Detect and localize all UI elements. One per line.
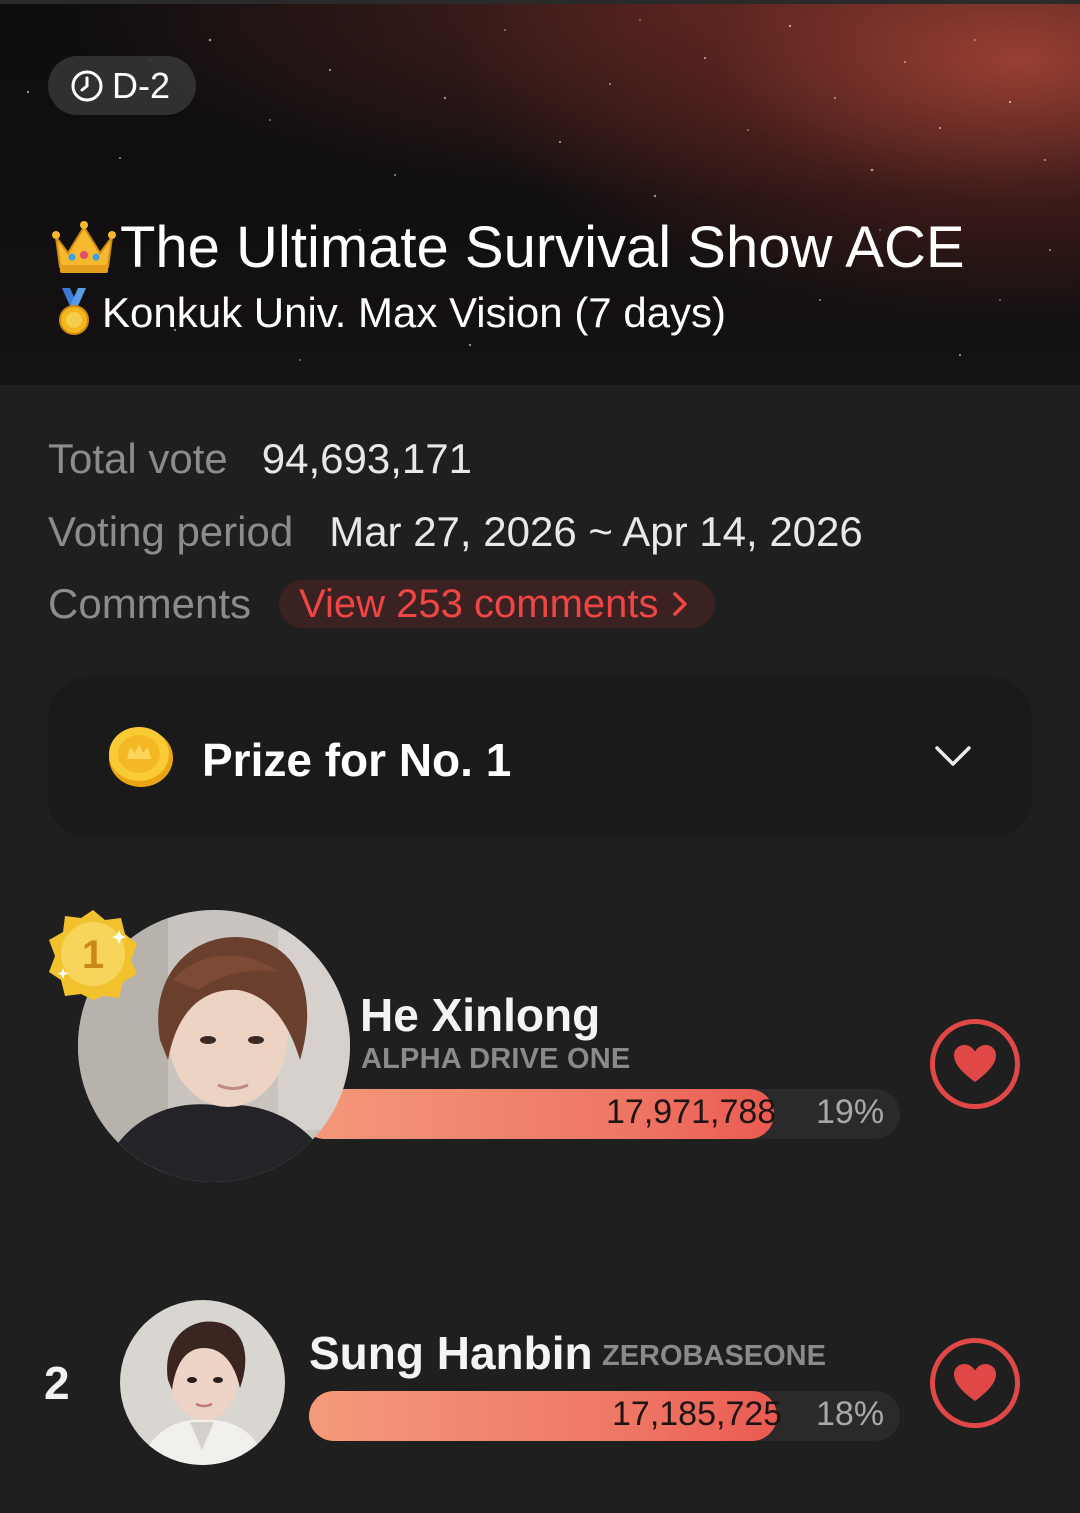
deadline-text: D-2 [112,64,171,106]
chevron-down-icon[interactable] [932,739,974,773]
total-vote-row: Total vote 94,693,171 [48,435,472,483]
crown-emoji-icon [52,220,116,273]
event-subtitle: Konkuk Univ. Max Vision (7 days) [54,288,726,338]
heart-icon [954,1364,996,1401]
chevron-right-icon [672,592,687,616]
coin-icon [109,727,173,787]
vote-heart-button[interactable] [930,1019,1020,1109]
vote-percent: 18% [816,1395,885,1433]
event-banner: D-2 The Ultimate Survival Show ACE Konku… [0,0,1080,385]
comments-row: Comments View 253 comments [48,580,715,628]
candidate-group: ZEROBASEONE [602,1340,826,1372]
deadline-badge: D-2 [48,56,197,115]
prize-card[interactable]: Prize for No. 1 [48,677,1032,837]
prize-title: Prize for No. 1 [202,734,512,786]
medal-emoji-icon [59,288,89,335]
vote-count: 17,971,788 [606,1093,777,1131]
svg-text:1: 1 [82,933,104,977]
candidate-name: He Xinlong [360,989,601,1041]
voting-period-row: Voting period Mar 27, 2026 ~ Apr 14, 202… [48,508,863,556]
clock-icon [71,70,103,101]
vote-bar-track: 17,971,788 19% [300,1089,900,1139]
total-vote-label: Total vote [48,435,228,482]
vote-count: 17,185,725 [612,1395,783,1433]
vote-percent: 19% [816,1093,885,1131]
view-comments-text: View 253 comments [299,581,659,626]
candidate-name: Sung Hanbin [309,1327,593,1379]
voting-period-value: Mar 27, 2026 ~ Apr 14, 2026 [329,508,863,555]
event-subtitle-text: Konkuk Univ. Max Vision (7 days) [102,289,727,336]
candidate-avatar[interactable] [120,1300,285,1465]
heart-icon [954,1045,996,1082]
vote-heart-button[interactable] [930,1338,1020,1428]
total-vote-value: 94,693,171 [261,435,472,482]
event-title: The Ultimate Survival Show ACE [50,214,965,281]
voting-period-label: Voting period [48,508,294,555]
comments-label: Comments [48,580,252,627]
avatar-photo [120,1300,285,1465]
event-title-text: The Ultimate Survival Show ACE [120,215,965,280]
rank-number: 2 [44,1357,70,1409]
view-comments-button[interactable]: View 253 comments [279,580,715,628]
gold-rank-badge-icon: 1 [49,910,137,1000]
vote-bar-track: 17,185,725 18% [309,1391,900,1441]
candidate-group: ALPHA DRIVE ONE [361,1043,631,1075]
